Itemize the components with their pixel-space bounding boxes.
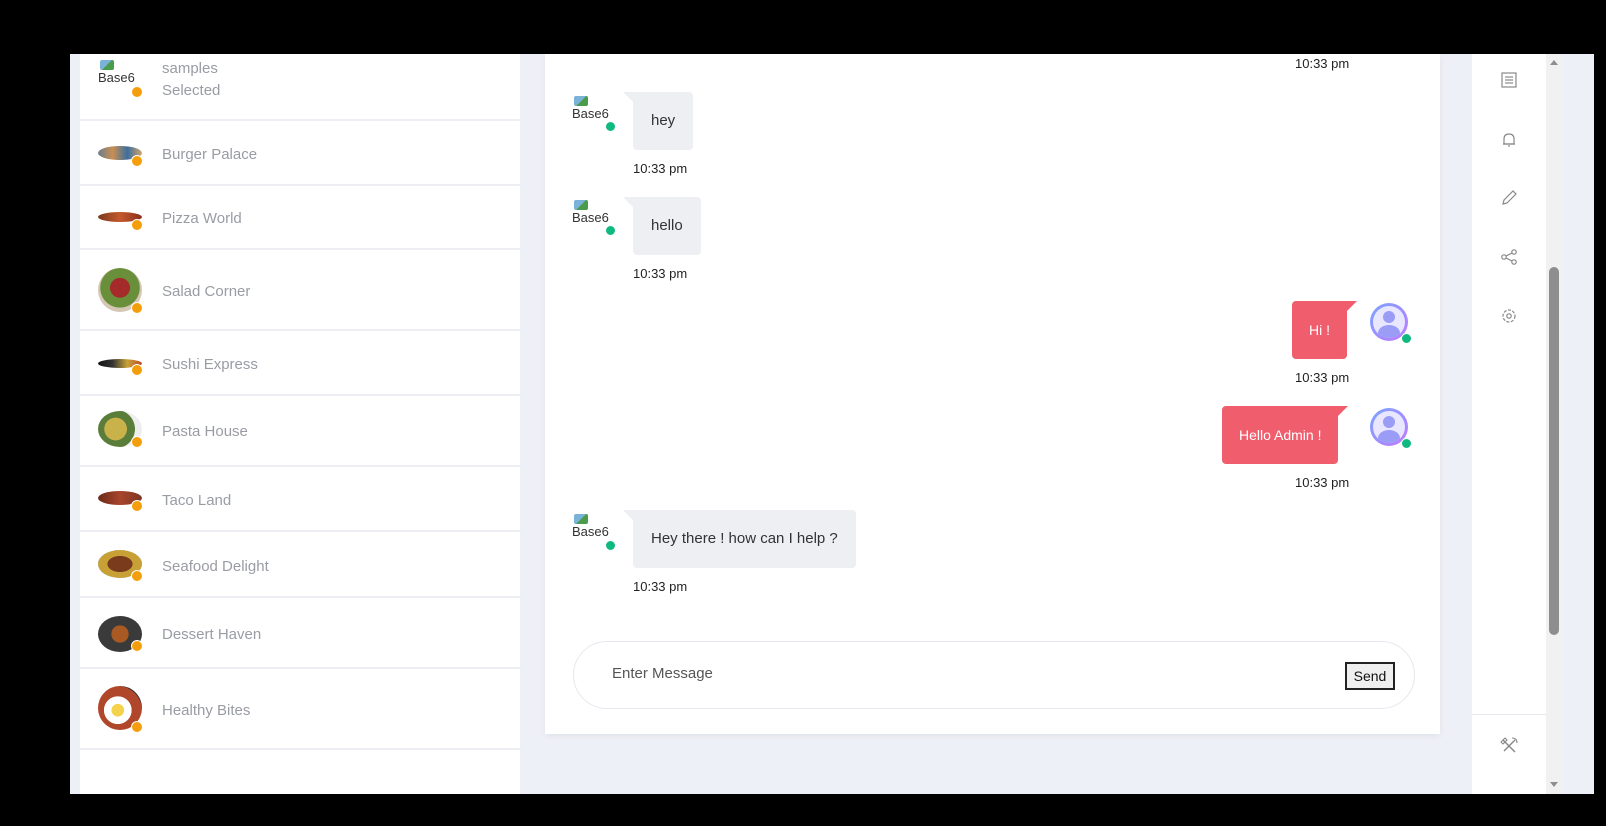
incoming-message-bubble: Hey there ! how can I help ? <box>623 510 856 568</box>
online-status-dot <box>605 225 616 236</box>
contact-item-samples[interactable]: Base6 samples Selected <box>80 54 520 121</box>
message-text: Hey there ! how can I help ? <box>651 530 838 547</box>
message-time: 10:33 pm <box>633 266 688 281</box>
scroll-down-arrow-icon[interactable] <box>1550 782 1558 787</box>
message-input[interactable] <box>610 664 1314 683</box>
contact-name: Burger Palace <box>162 146 258 163</box>
contact-name: samples <box>162 60 218 77</box>
contact-item-taco-land[interactable]: Taco Land <box>80 467 520 532</box>
contact-name: Salad Corner <box>162 283 251 300</box>
message-composer: Send <box>573 641 1415 709</box>
outgoing-message-bubble: Hi ! <box>1292 301 1357 359</box>
contact-name: Pasta House <box>162 423 248 440</box>
contact-name: Taco Land <box>162 492 232 509</box>
online-status-dot <box>1401 333 1412 344</box>
away-status-dot <box>131 500 143 512</box>
list-icon[interactable] <box>1498 69 1520 91</box>
away-status-dot <box>131 721 143 733</box>
contact-name: Sushi Express <box>162 356 258 373</box>
bell-icon[interactable] <box>1498 129 1520 151</box>
contact-item-burger-palace[interactable]: Burger Palace <box>80 121 520 186</box>
incoming-message-bubble: hey <box>622 92 694 150</box>
outgoing-message-bubble: Hello Admin ! <box>1222 406 1350 464</box>
contact-name: Seafood Delight <box>162 558 269 575</box>
contact-item-pasta-house[interactable]: Pasta House <box>80 396 520 467</box>
message-text: Hi ! <box>1309 322 1330 338</box>
pencil-icon[interactable] <box>1498 187 1520 209</box>
gear-icon[interactable] <box>1498 305 1520 327</box>
incoming-message-bubble: hello <box>623 197 701 255</box>
contact-name: Dessert Haven <box>162 626 262 643</box>
message-text: hello <box>651 217 683 234</box>
incoming-avatar-broken-image: Base6 <box>572 96 609 120</box>
chat-panel: 10:33 pm Base6 hey 10:33 pm Base6 hello … <box>545 54 1440 734</box>
share-icon[interactable] <box>1498 246 1520 268</box>
contact-item-dessert-haven[interactable]: Dessert Haven <box>80 598 520 669</box>
message-time: 10:33 pm <box>1295 56 1350 71</box>
incoming-avatar-broken-image: Base6 <box>572 200 609 224</box>
away-status-dot <box>131 364 143 376</box>
message-time: 10:33 pm <box>633 579 688 594</box>
send-button[interactable]: Send <box>1345 662 1395 690</box>
contact-item-pizza-world[interactable]: Pizza World <box>80 186 520 250</box>
incoming-avatar-broken-image: Base6 <box>572 514 609 538</box>
away-status-dot <box>131 155 143 167</box>
contact-item-seafood-delight[interactable]: Seafood Delight <box>80 532 520 598</box>
message-text: Hello Admin ! <box>1239 427 1322 443</box>
away-status-dot <box>131 436 143 448</box>
online-status-dot <box>605 540 616 551</box>
contacts-sidebar: Base6 samples Selected Burger Palace Piz… <box>80 54 520 794</box>
right-icon-rail <box>1472 54 1546 794</box>
rail-divider <box>1472 714 1546 715</box>
app-window: Base6 samples Selected Burger Palace Piz… <box>70 54 1594 794</box>
message-text: hey <box>651 112 676 129</box>
message-time: 10:33 pm <box>1295 475 1350 490</box>
away-status-dot <box>131 640 143 652</box>
scroll-up-arrow-icon[interactable] <box>1550 60 1558 65</box>
scrollbar-thumb[interactable] <box>1549 267 1559 635</box>
message-time: 10:33 pm <box>633 161 688 176</box>
page-scrollbar[interactable] <box>1546 54 1562 794</box>
contact-item-salad-corner[interactable]: Salad Corner <box>80 250 520 331</box>
away-status-dot <box>131 570 143 582</box>
away-status-dot <box>131 86 143 98</box>
contact-item-sushi-express[interactable]: Sushi Express <box>80 331 520 396</box>
online-status-dot <box>1401 438 1412 449</box>
message-time: 10:33 pm <box>1295 370 1350 385</box>
contact-item-healthy-bites[interactable]: Healthy Bites <box>80 669 520 750</box>
away-status-dot <box>131 302 143 314</box>
contact-name: Healthy Bites <box>162 702 251 719</box>
contact-avatar-broken-image: Base6 <box>98 60 135 84</box>
tools-icon[interactable] <box>1498 735 1520 757</box>
contact-name: Pizza World <box>162 210 242 227</box>
contact-status: Selected <box>162 82 221 99</box>
online-status-dot <box>605 121 616 132</box>
contact-item-partial[interactable] <box>80 750 520 794</box>
away-status-dot <box>131 219 143 231</box>
